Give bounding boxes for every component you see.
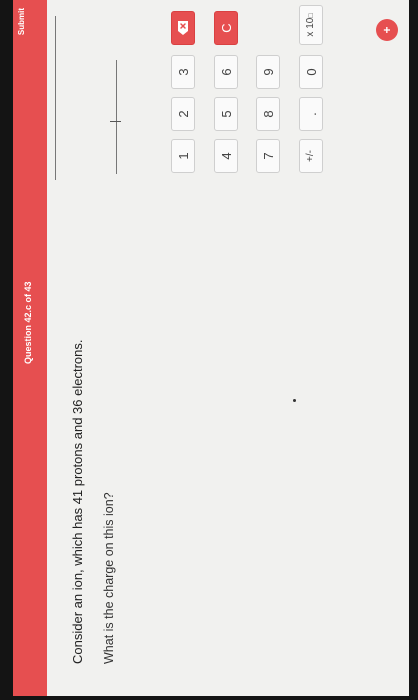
fraction-line [116, 60, 117, 174]
exponent-superscript-icon: □ [307, 13, 315, 18]
question-prompt: What is the charge on this ion? [102, 492, 116, 664]
exponent-button[interactable]: x 10 □ [299, 5, 323, 45]
quiz-screen: Question 42.c of 43 Submit Consider an i… [13, 0, 409, 696]
key-4[interactable]: 4 [214, 139, 238, 173]
key-5[interactable]: 5 [214, 97, 238, 131]
answer-top-line [55, 16, 56, 180]
sign-toggle-button[interactable]: +/- [299, 139, 323, 173]
question-counter: Question 42.c of 43 [23, 281, 33, 364]
submit-button[interactable]: Submit [17, 8, 26, 35]
add-button[interactable]: + [376, 19, 398, 41]
clear-button[interactable]: C [214, 11, 238, 45]
header-bar: Question 42.c of 43 Submit [13, 0, 47, 696]
decimal-button[interactable]: . [299, 97, 323, 131]
delete-button[interactable] [171, 11, 195, 45]
key-1[interactable]: 1 [171, 139, 195, 173]
key-2[interactable]: 2 [171, 97, 195, 131]
key-3[interactable]: 3 [171, 55, 195, 89]
cursor-dot [293, 399, 296, 402]
question-text: Consider an ion, which has 41 protons an… [70, 339, 85, 664]
key-0[interactable]: 0 [299, 55, 323, 89]
key-6[interactable]: 6 [214, 55, 238, 89]
key-8[interactable]: 8 [256, 97, 280, 131]
key-9[interactable]: 9 [256, 55, 280, 89]
input-caret [110, 121, 121, 122]
delete-icon [177, 20, 189, 36]
key-7[interactable]: 7 [256, 139, 280, 173]
